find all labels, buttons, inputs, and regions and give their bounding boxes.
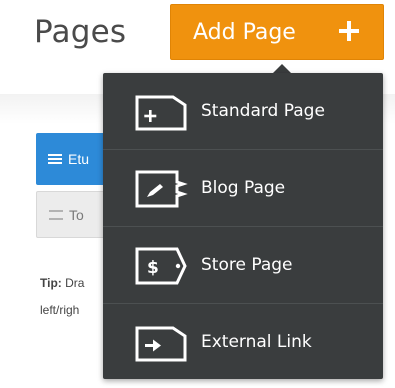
- add-page-button[interactable]: Add Page: [170, 4, 384, 60]
- menu-item-standard-page[interactable]: Standard Page: [103, 73, 383, 149]
- plus-page-icon: [135, 95, 187, 131]
- drag-handle-icon: [48, 154, 62, 164]
- pencil-page-icon: [135, 170, 188, 208]
- page-title: Pages: [34, 14, 127, 50]
- menu-item-label: Blog Page: [201, 178, 286, 198]
- tip-line-2: left/righ: [40, 303, 80, 317]
- menu-item-label: External Link: [201, 332, 312, 352]
- tip-label: Tip:: [40, 276, 62, 290]
- svg-text:$: $: [147, 258, 159, 278]
- tip-line-1: Dra: [65, 276, 85, 290]
- dollar-page-icon: $: [135, 247, 187, 285]
- menu-item-label: Store Page: [201, 255, 293, 275]
- plus-icon: [339, 21, 359, 41]
- menu-item-label: Standard Page: [201, 101, 325, 121]
- add-page-dropdown: Standard Page Blog Page $ Store Page Ext…: [103, 73, 383, 379]
- page-list-item-label: To: [69, 206, 84, 223]
- page-list-item-label: Etu: [68, 151, 90, 167]
- add-page-button-label: Add Page: [193, 19, 296, 45]
- menu-item-store-page[interactable]: $ Store Page: [103, 227, 383, 303]
- menu-item-external-link[interactable]: External Link: [103, 304, 383, 380]
- arrow-page-icon: [135, 326, 187, 362]
- drag-handle-icon: [49, 209, 63, 220]
- tip-text: Tip: Dra left/righ: [40, 270, 110, 324]
- menu-item-blog-page[interactable]: Blog Page: [103, 150, 383, 226]
